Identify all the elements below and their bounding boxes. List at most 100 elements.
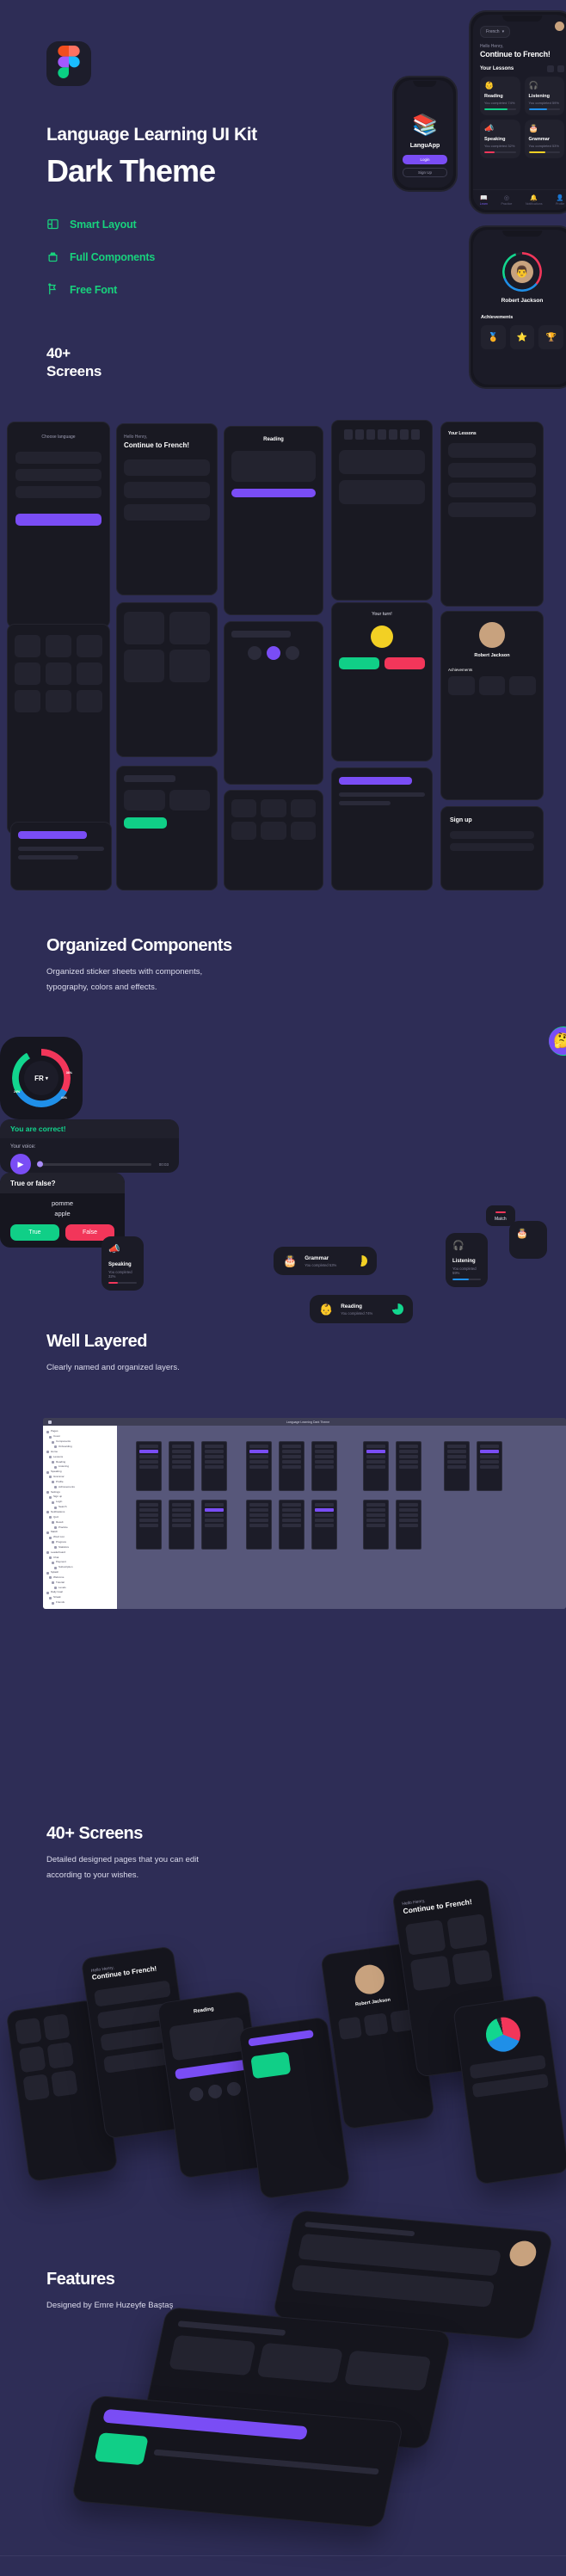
lesson-emoji: 🎂 xyxy=(528,124,538,132)
layer-type-icon xyxy=(49,1476,52,1479)
mini-screen xyxy=(224,621,323,785)
tab-learn[interactable]: 📖 Learn xyxy=(480,194,488,206)
progress-pie xyxy=(356,1255,367,1266)
achievement-badge[interactable]: ⭐ xyxy=(509,325,535,349)
play-button[interactable]: ▶ xyxy=(10,1154,31,1174)
lesson-row-grammar[interactable]: 🎂 Grammar You completed 53% xyxy=(274,1247,377,1275)
audio-scrubber[interactable] xyxy=(37,1161,151,1168)
layer-type-icon xyxy=(46,1531,49,1534)
canvas-artboard[interactable] xyxy=(246,1500,272,1550)
feature-full-components: Full Components xyxy=(46,244,155,269)
figma-logo-icon xyxy=(58,45,80,83)
canvas-artboard[interactable] xyxy=(279,1500,305,1550)
avatar[interactable] xyxy=(555,22,564,31)
figma-canvas[interactable] xyxy=(117,1426,566,1609)
canvas-artboard[interactable] xyxy=(136,1441,162,1492)
canvas-artboard[interactable] xyxy=(396,1500,421,1550)
mini-screen: Your Lessons xyxy=(440,422,544,607)
language-selector[interactable]: FR ▾ xyxy=(24,1061,58,1095)
layer-type-icon xyxy=(46,1511,49,1514)
layer-type-icon xyxy=(46,1491,49,1494)
layers-panel[interactable]: Pages Cover Components Onboarding Home Lesson… xyxy=(43,1426,117,1609)
language-progress-ring-card: 36% 40% 24% FR ▾ xyxy=(0,1037,83,1119)
progress-bar xyxy=(528,151,560,153)
avatar[interactable]: 👨 xyxy=(511,261,533,283)
canvas-artboard[interactable] xyxy=(396,1441,421,1492)
progress-bar xyxy=(528,108,560,110)
canvas-artboard[interactable] xyxy=(246,1441,272,1492)
login-button[interactable]: Login xyxy=(403,155,447,164)
layer-name: Subscription xyxy=(58,1565,73,1569)
canvas-artboard[interactable] xyxy=(201,1500,227,1550)
achievement-badge[interactable]: 🏆 xyxy=(538,325,564,349)
match-label: Match xyxy=(495,1217,507,1222)
tab-practice[interactable]: ◎ Practice xyxy=(501,194,512,206)
layer-name: Friends xyxy=(56,1600,65,1605)
layer-item[interactable]: Friends xyxy=(46,1600,114,1605)
layer-type-icon xyxy=(49,1456,52,1459)
grammar-icon-tile[interactable]: 🎂 xyxy=(509,1221,547,1259)
lesson-card-listening[interactable]: 🎧 Listening You completed 59% xyxy=(446,1233,488,1287)
phone-screen: French ▾ Hello Henry, Continue to French… xyxy=(473,15,566,210)
canvas-artboard[interactable] xyxy=(169,1441,194,1492)
scrubber-knob[interactable] xyxy=(37,1161,43,1168)
language-chip[interactable]: French ▾ xyxy=(480,26,511,38)
mini-screen: Sign up xyxy=(440,806,544,891)
true-button[interactable]: True xyxy=(10,1224,59,1241)
lesson-progress-text: You completed 32% xyxy=(108,1270,132,1279)
lesson-card-speaking[interactable]: 📣 Speaking You completed 32% xyxy=(102,1236,144,1291)
screens-number: 40+ xyxy=(46,345,71,361)
feature-label: Free Font xyxy=(70,283,118,296)
tab-notifications[interactable]: 🔔 Notifications xyxy=(526,194,543,206)
match-tooltip[interactable]: Match xyxy=(486,1205,515,1226)
lesson-card[interactable]: 👶 Reading You completed 74% xyxy=(480,77,520,115)
progress-bar xyxy=(484,151,516,153)
canvas-artboard[interactable] xyxy=(477,1441,502,1492)
grid-view-icon[interactable] xyxy=(547,65,554,72)
lesson-card[interactable]: 🎂 Grammar You completed 53% xyxy=(524,120,564,158)
layer-type-icon xyxy=(49,1495,52,1499)
app-header: French ▾ Hello Henry, Continue to French… xyxy=(473,15,566,163)
profile-name: Robert Jackson xyxy=(501,298,544,304)
lesson-card[interactable]: 📣 Speaking You completed 32% xyxy=(480,120,520,158)
screen-subtitle: Choose language xyxy=(41,434,76,440)
figma-menu-icon[interactable] xyxy=(48,1420,52,1424)
layer-type-icon xyxy=(54,1566,57,1569)
tab-profile[interactable]: 👤 Profile xyxy=(556,194,564,206)
canvas-artboard[interactable] xyxy=(279,1441,305,1492)
target-icon: ◎ xyxy=(503,195,509,201)
hero-subtitle: Language Learning UI Kit xyxy=(46,125,257,145)
flag-icon xyxy=(46,283,59,296)
canvas-artboard[interactable] xyxy=(136,1500,162,1550)
layer-type-icon xyxy=(54,1445,57,1449)
section-paragraph: Organized sticker sheets with components… xyxy=(46,967,203,992)
hero-title: Dark Theme xyxy=(46,153,216,188)
canvas-artboard[interactable] xyxy=(444,1441,470,1492)
signup-button[interactable]: Sign Up xyxy=(403,168,447,177)
canvas-artboard[interactable] xyxy=(363,1441,389,1492)
app-name: LanguApp xyxy=(409,143,440,149)
word-foreign: pomme xyxy=(51,1199,73,1207)
lesson-card[interactable]: 🎧 Listening You completed 59% xyxy=(524,77,564,115)
canvas-artboard[interactable] xyxy=(201,1441,227,1492)
figma-window: Language Learning Dark Theme Pages Cover C… xyxy=(43,1418,566,1609)
layer-name: Practice xyxy=(58,1525,68,1529)
poster-page: Language Learning UI Kit Dark Theme Smar… xyxy=(0,0,566,2576)
canvas-artboard[interactable] xyxy=(311,1500,337,1550)
layer-type-icon xyxy=(49,1536,52,1539)
lesson-emoji: 🎧 xyxy=(452,1241,464,1251)
layer-type-icon xyxy=(46,1571,49,1575)
layer-type-icon xyxy=(54,1486,57,1489)
hero-feature-list: Smart Layout Full Components Free Font xyxy=(46,212,155,310)
phone-screen: 📚 LanguApp Login Sign Up xyxy=(397,80,453,188)
achievement-badge[interactable]: 🏅 xyxy=(481,325,506,349)
mini-screen xyxy=(331,420,433,601)
phone-mockup xyxy=(452,1994,566,2185)
correct-title: You are correct! xyxy=(0,1119,179,1138)
layer-type-icon xyxy=(46,1591,49,1594)
canvas-artboard[interactable] xyxy=(363,1500,389,1550)
canvas-artboard[interactable] xyxy=(169,1500,194,1550)
list-view-icon[interactable] xyxy=(557,65,564,72)
canvas-artboard[interactable] xyxy=(311,1441,337,1492)
section-paragraph: Detailed designed pages that you can edi… xyxy=(46,1855,199,1880)
